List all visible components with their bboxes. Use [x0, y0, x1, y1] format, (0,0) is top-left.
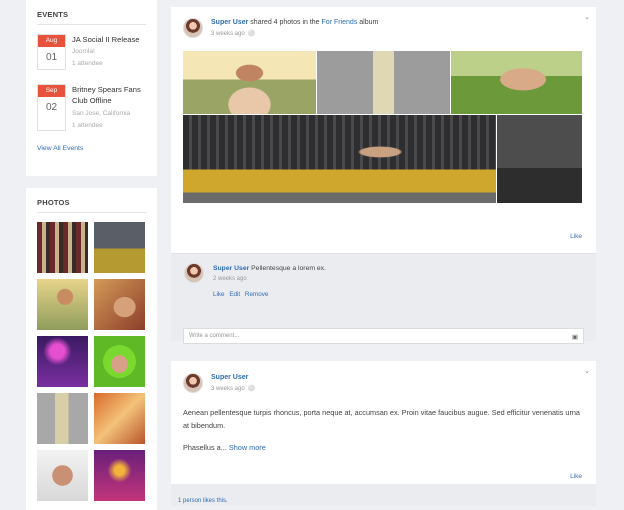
- comment-like-button[interactable]: Like: [213, 291, 225, 298]
- avatar[interactable]: [183, 373, 203, 393]
- arcade-photo[interactable]: [37, 222, 88, 273]
- green-hair-woman-photo[interactable]: [94, 336, 145, 387]
- woman-portrait-photo[interactable]: [37, 450, 88, 501]
- man-standing-photo[interactable]: [37, 393, 88, 444]
- comment-item: Super User Pellentesque a lorem ex. 2 we…: [184, 263, 583, 283]
- author-link[interactable]: Super User: [211, 374, 248, 381]
- chevron-down-icon[interactable]: ⌄: [584, 13, 590, 21]
- event-attendees: 1 attendee: [72, 60, 103, 68]
- post-excerpt: Phasellus a... Show more: [183, 442, 584, 455]
- post-header: Super User 3 weeks ago ⚪: [183, 373, 584, 393]
- avatar[interactable]: [184, 263, 204, 283]
- woman-sunglasses-photo[interactable]: [37, 279, 88, 330]
- post-time: 3 weeks ago ⚪: [211, 30, 378, 37]
- post-header: Super User shared 4 photos in the For Fr…: [183, 18, 584, 38]
- album-word: album: [357, 19, 379, 26]
- show-more-link[interactable]: Show more: [229, 443, 266, 452]
- events-panel: EVENTS Aug 01 JA Social II Release Jooml…: [26, 0, 157, 176]
- event-date-badge: Aug 01: [37, 34, 66, 70]
- avatar[interactable]: [183, 18, 203, 38]
- nightclub-photo[interactable]: [94, 450, 145, 501]
- party-drinks-photo[interactable]: [94, 393, 145, 444]
- photo-grid: [37, 222, 146, 501]
- comment-text: Super User Pellentesque a lorem ex.: [213, 265, 326, 272]
- like-button[interactable]: Like: [570, 473, 582, 480]
- concert-photo[interactable]: [37, 336, 88, 387]
- left-sidebar: EVENTS Aug 01 JA Social II Release Jooml…: [26, 0, 157, 510]
- comment-remove-button[interactable]: Remove: [245, 291, 268, 298]
- chevron-down-icon[interactable]: ⌄: [584, 367, 590, 375]
- post-meta: Super User: [211, 374, 255, 381]
- woman-headphones-photo[interactable]: [451, 51, 582, 114]
- event-location: Joomla!: [72, 48, 95, 56]
- events-title: EVENTS: [37, 10, 146, 25]
- post-time-text: 3 weeks ago: [211, 386, 245, 392]
- post-time-text: 3 weeks ago: [211, 31, 245, 37]
- event-item[interactable]: Sep 02 Britney Spears Fans Club Offline …: [37, 84, 146, 131]
- photo-collage: [183, 51, 582, 203]
- activity-feed: ⌄ Super User shared 4 photos in the For …: [171, 7, 596, 506]
- like-button[interactable]: Like: [570, 233, 582, 240]
- view-all-events-link[interactable]: View All Events: [37, 145, 146, 152]
- comment-placeholder: Write a comment...: [189, 333, 240, 339]
- likes-count[interactable]: 1 person likes this.: [178, 498, 228, 504]
- photo-post-card: ⌄ Super User shared 4 photos in the For …: [171, 7, 596, 253]
- album-link[interactable]: For Friends: [322, 19, 358, 26]
- post-text: Aenean pellentesque turpis rhoncus, port…: [183, 408, 580, 430]
- comments-section: Super User Pellentesque a lorem ex. 2 we…: [171, 253, 596, 344]
- woman-sunglasses-photo[interactable]: [183, 51, 316, 114]
- photos-panel: PHOTOS: [26, 188, 157, 510]
- likes-bar: 1 person likes this.: [171, 484, 596, 506]
- event-date-badge: Sep 02: [37, 84, 66, 131]
- man-reading-on-sofa-photo[interactable]: [183, 115, 496, 203]
- event-item[interactable]: Aug 01 JA Social II Release Joomla! 1 at…: [37, 34, 146, 70]
- photos-title: PHOTOS: [37, 198, 146, 213]
- author-link[interactable]: Super User: [211, 19, 248, 26]
- event-title[interactable]: Britney Spears Fans Club Offline: [72, 84, 146, 107]
- event-location: San Jose, California: [72, 109, 131, 117]
- event-title[interactable]: JA Social II Release: [72, 34, 140, 45]
- comment-actions: Like Edit Remove: [213, 291, 583, 298]
- event-day: 01: [45, 52, 58, 63]
- event-month: Sep: [38, 85, 65, 97]
- comment-body: Pellentesque a lorem ex.: [249, 265, 326, 272]
- comment-input[interactable]: Write a comment... ▣: [183, 328, 584, 344]
- office-chairs-photo[interactable]: [497, 115, 582, 203]
- text-post-card: ⌄ Super User 3 weeks ago ⚪ Aenean pellent…: [171, 361, 596, 484]
- globe-icon: ⚪: [247, 31, 256, 37]
- man-on-sofa-photo[interactable]: [94, 222, 145, 273]
- comment-author-link[interactable]: Super User: [213, 265, 249, 272]
- comment-edit-button[interactable]: Edit: [229, 291, 240, 298]
- event-day: 02: [45, 102, 58, 113]
- post-time: 3 weeks ago ⚪: [211, 385, 255, 392]
- post-excerpt-text: Phasellus a...: [183, 442, 227, 452]
- comment-time: 2 weeks ago: [213, 276, 247, 282]
- event-attendees: 1 attendee: [72, 121, 103, 129]
- post-meta: Super User shared 4 photos in the For Fr…: [211, 19, 378, 26]
- globe-icon: ⚪: [247, 386, 256, 392]
- man-standing-photo[interactable]: [317, 51, 450, 114]
- camera-icon[interactable]: ▣: [572, 333, 578, 341]
- woman-lying-photo[interactable]: [94, 279, 145, 330]
- post-body: Aenean pellentesque turpis rhoncus, port…: [183, 407, 584, 454]
- event-month: Aug: [38, 35, 65, 47]
- post-action-text: shared 4 photos in the: [248, 19, 322, 26]
